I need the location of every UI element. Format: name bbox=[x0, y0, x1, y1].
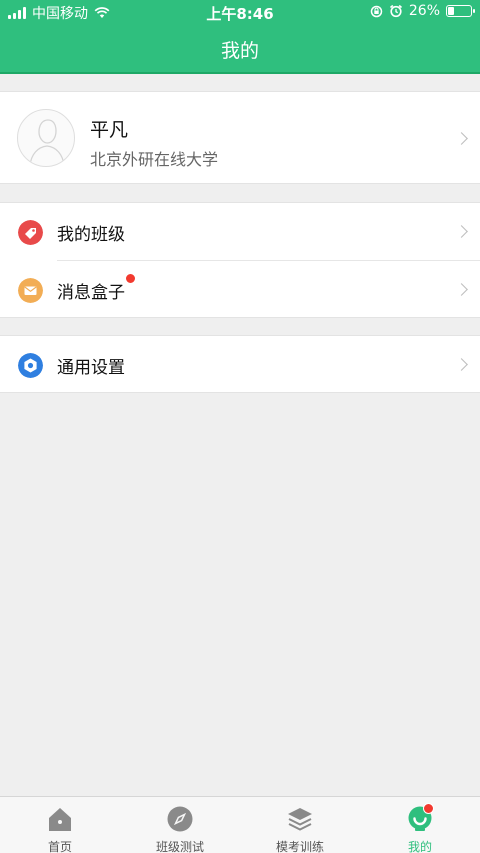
tab-label: 模考训练 bbox=[275, 840, 324, 853]
page-title: 我的 bbox=[220, 40, 259, 62]
tab-profile[interactable]: 我的 bbox=[360, 797, 480, 853]
top-bar: 中国移动 上午8:46 26% 我的 bbox=[0, 0, 480, 74]
settings-icon bbox=[18, 353, 43, 378]
status-bar: 中国移动 上午8:46 26% bbox=[0, 0, 480, 24]
tag-icon bbox=[18, 220, 43, 245]
mail-icon bbox=[18, 278, 43, 303]
tab-label: 班级测试 bbox=[155, 840, 204, 853]
message-box-label: 消息盒子 bbox=[57, 283, 125, 303]
tab-mock-exam[interactable]: 模考训练 bbox=[240, 797, 360, 853]
notification-badge bbox=[423, 803, 434, 814]
chevron-right-icon bbox=[455, 225, 468, 238]
tab-class-test[interactable]: 班级测试 bbox=[120, 797, 240, 853]
home-icon bbox=[49, 808, 71, 831]
my-class-row[interactable]: 我的班级 bbox=[0, 203, 480, 261]
tab-label: 首页 bbox=[47, 840, 72, 853]
profile-card[interactable]: 平凡 北京外研在线大学 bbox=[0, 91, 480, 184]
chevron-right-icon bbox=[455, 358, 468, 371]
message-box-row[interactable]: 消息盒子 bbox=[0, 261, 480, 319]
default-avatar-icon bbox=[29, 119, 65, 166]
layers-icon bbox=[288, 808, 312, 831]
notification-badge bbox=[125, 273, 136, 284]
settings-group: 通用设置 bbox=[0, 335, 480, 393]
profile-name: 平凡 bbox=[90, 119, 129, 141]
menu-group: 我的班级 消息盒子 bbox=[0, 202, 480, 318]
my-class-label: 我的班级 bbox=[57, 225, 125, 245]
settings-label: 通用设置 bbox=[57, 358, 125, 378]
avatar bbox=[17, 109, 75, 167]
compass-icon bbox=[167, 806, 193, 832]
alarm-icon bbox=[389, 4, 402, 18]
battery-percent: 26% bbox=[408, 3, 440, 19]
tab-label: 我的 bbox=[407, 840, 432, 853]
profile-organization: 北京外研在线大学 bbox=[90, 150, 219, 169]
tab-bar: 首页 班级测试 模考训练 我的 bbox=[0, 796, 480, 853]
orientation-lock-icon bbox=[370, 5, 383, 17]
tab-home[interactable]: 首页 bbox=[0, 797, 120, 853]
chevron-right-icon bbox=[455, 132, 468, 145]
battery-icon bbox=[446, 5, 475, 17]
settings-row[interactable]: 通用设置 bbox=[0, 336, 480, 394]
chevron-right-icon bbox=[455, 283, 468, 296]
